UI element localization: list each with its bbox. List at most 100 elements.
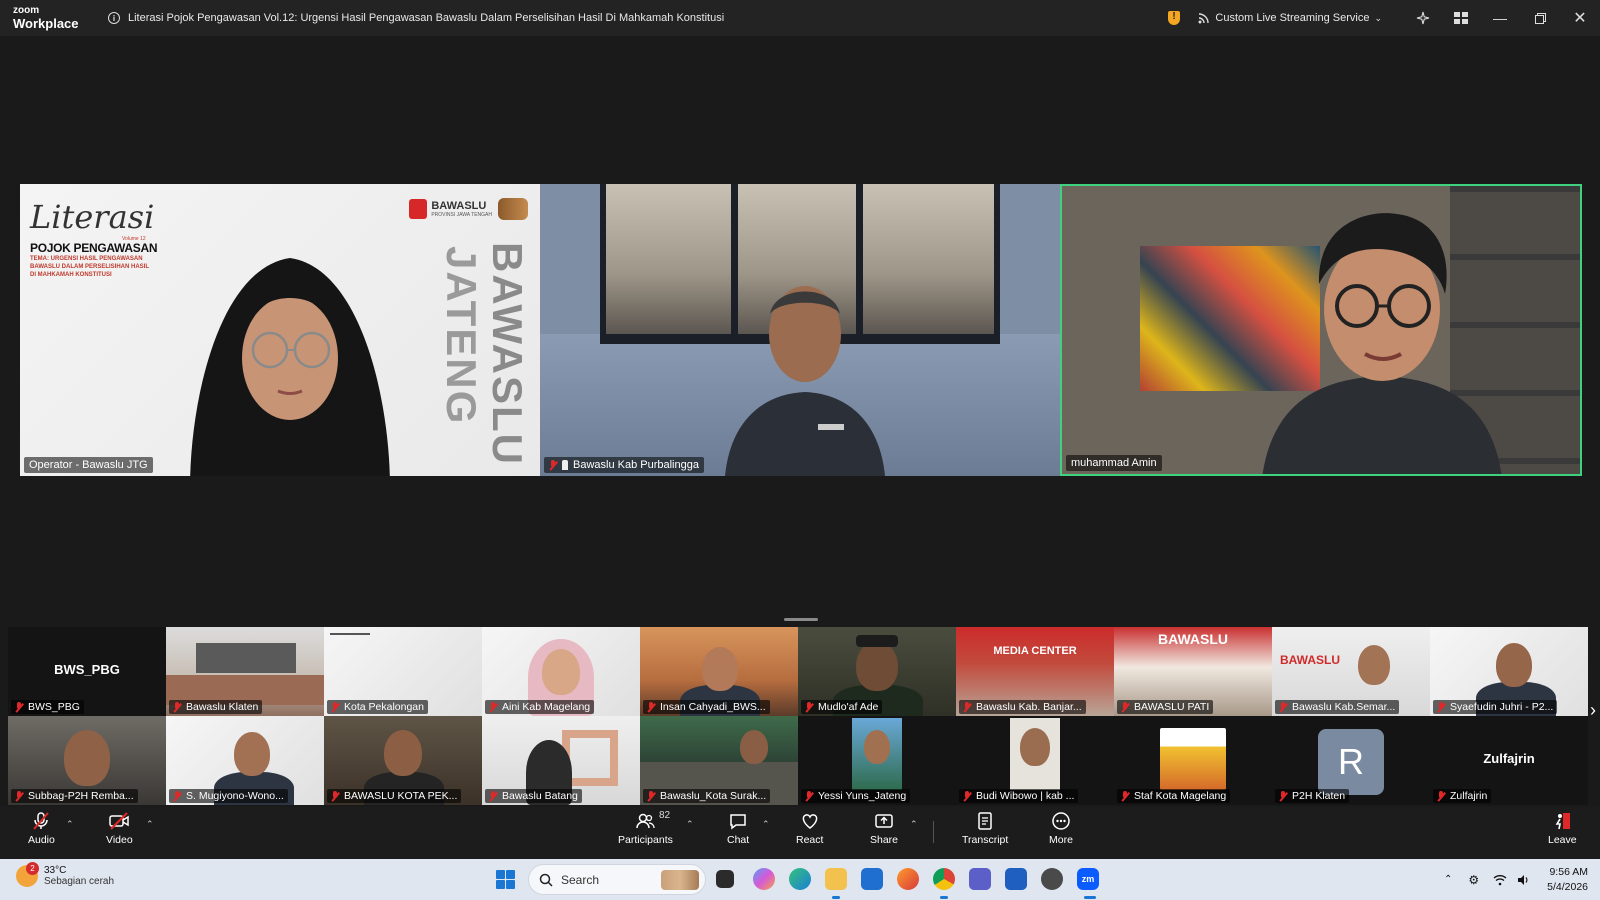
transcript-button[interactable]: Transcript [962,811,1008,846]
outlook-icon[interactable] [861,868,883,890]
video-off-icon [109,812,130,830]
more-button[interactable]: More [1049,811,1073,846]
thumbnail-tile[interactable]: BAWASLU BAWASLU PATI [1114,627,1272,716]
streaming-label: Custom Live Streaming Service [1215,12,1370,24]
participant-name: S. Mugiyono-Wono... [186,790,284,802]
thumbnail-tile[interactable]: Yessi Yuns_Jateng [798,716,956,805]
participant-name-label: Bawaslu Batang [485,789,582,803]
share-options-caret[interactable]: ⌃ [910,819,918,830]
participant-name-label: Bawaslu Kab Purbalingga [544,457,704,473]
mic-muted-icon [549,459,557,471]
video-tile-active-speaker[interactable]: muhammad Amin [1060,184,1582,476]
ai-companion-icon[interactable] [1404,0,1442,36]
copilot-icon[interactable] [753,868,775,890]
info-icon[interactable]: i [108,12,120,24]
video-button[interactable]: Video [106,811,133,846]
file-explorer-icon[interactable] [825,868,847,890]
participant-name: Operator - Bawaslu JTG [29,459,148,471]
share-button[interactable]: Share [870,811,898,846]
edge-browser-icon[interactable] [789,868,811,890]
mic-off-icon [33,812,50,830]
thumbnail-tile[interactable]: Zulfajrin Zulfajrin [1430,716,1588,805]
participant-name-label: Bawaslu Kab.Semar... [1275,700,1400,714]
leave-icon [1555,813,1571,830]
gallery-resize-handle[interactable] [784,618,818,621]
video-tile-purbalingga[interactable]: Bawaslu Kab Purbalingga [540,184,1060,476]
search-placeholder: Search [561,872,600,887]
chat-button[interactable]: Chat [727,811,749,846]
chrome-icon[interactable] [933,868,955,890]
thumbnail-tile[interactable]: Bawaslu Klaten [166,627,324,716]
heart-icon [802,814,818,829]
taskbar-search[interactable]: Search [528,864,706,895]
teams-icon[interactable] [969,868,991,890]
slide-subtitle: POJOK PENGAWASAN [30,241,158,255]
windows-start-icon[interactable] [496,870,515,889]
weather-widget[interactable]: 2 33°C Sebagian cerah [16,862,115,887]
clock-date: 5/4/2026 [1547,880,1588,893]
video-tile-operator[interactable]: Literasi POJOK PENGAWASAN Volume 12 TEMA… [20,184,540,476]
thumbnail-tile[interactable]: Kota Pekalongan [324,627,482,716]
thumbnail-tile[interactable]: BWS_PBG BWS_PBG [8,627,166,716]
participant-name-label: S. Mugiyono-Wono... [169,789,288,803]
react-button[interactable]: React [796,811,823,846]
thumbnail-tile[interactable]: Aini Kab Magelang [482,627,640,716]
close-button[interactable]: ✕ [1560,0,1600,36]
thumbnail-tile[interactable]: Bawaslu_Kota Surak... [640,716,798,805]
thumbnail-tile[interactable]: Budi Wibowo | kab ... [956,716,1114,805]
weather-desc: Sebagian cerah [44,876,115,887]
restore-button[interactable] [1520,0,1560,36]
task-view-icon[interactable] [716,870,734,888]
volume-icon[interactable] [1517,874,1531,886]
thumbnail-tile[interactable]: BAWASLU KOTA PEK... [324,716,482,805]
thumbnail-tile[interactable]: R P2H Klaten [1272,716,1430,805]
participant-name-label: Subbag-P2H Remba... [11,789,138,803]
overlay-text: MEDIA CENTER [993,645,1077,657]
meeting-info[interactable]: i Literasi Pojok Pengawasan Vol.12: Urge… [108,12,724,24]
thumbnail-tile[interactable]: Syaefudin Juhri - P2... [1430,627,1588,716]
thumbnail-tile[interactable]: Subbag-P2H Remba... [8,716,166,805]
chat-icon [730,814,746,830]
thumbnail-tile[interactable]: Staf Kota Magelang [1114,716,1272,805]
clock-time: 9:56 AM [1549,866,1588,879]
mic-muted-icon [331,701,339,713]
thumbnail-tile[interactable]: Mudlo'af Ade [798,627,956,716]
audio-options-caret[interactable]: ⌃ [66,819,74,830]
thumbnail-tile[interactable]: Insan Cahyadi_BWS... [640,627,798,716]
thumbnail-tile[interactable]: Bawaslu Batang [482,716,640,805]
participant-name-label: BAWASLU PATI [1117,700,1214,714]
participants-options-caret[interactable]: ⌃ [686,819,694,830]
settings-gear-icon[interactable] [1041,868,1063,890]
thumbnail-tile[interactable]: MEDIA CENTER Bawaslu Kab. Banjar... [956,627,1114,716]
firefox-icon[interactable] [897,868,919,890]
security-shield-icon[interactable] [1168,11,1181,25]
system-tray: ⌃ ⚙ 9:56 AM 5/4/2026 [1444,859,1588,900]
mic-muted-icon [1437,790,1445,802]
chat-options-caret[interactable]: ⌃ [762,819,770,830]
chevron-up-icon[interactable]: ⌃ [1444,874,1452,885]
participant-name-label: muhammad Amin [1066,455,1162,471]
word-icon[interactable] [1005,868,1027,890]
meeting-title: Literasi Pojok Pengawasan Vol.12: Urgens… [128,12,725,24]
participant-name: Bawaslu Kab.Semar... [1292,701,1396,713]
view-grid-icon[interactable] [1442,0,1480,36]
title-bar-controls: Custom Live Streaming Service ⌄ — ✕ [1168,0,1600,36]
participant-name: Budi Wibowo | kab ... [976,790,1075,802]
video-options-caret[interactable]: ⌃ [146,819,154,830]
live-streaming-dropdown[interactable]: Custom Live Streaming Service ⌄ [1198,12,1382,24]
network-status-icon[interactable]: ⚙ [1468,873,1479,887]
participant-name: Zulfajrin [1450,790,1488,802]
thumbnail-tile[interactable]: S. Mugiyono-Wono... [166,716,324,805]
system-clock[interactable]: 9:56 AM 5/4/2026 [1547,865,1588,893]
mic-muted-icon [15,701,23,713]
bawaslu-logo: BAWASLU PROVINSI JAWA TENGAH [409,198,528,220]
leave-button[interactable]: Leave [1548,811,1577,846]
participants-label: Participants [618,834,673,846]
participant-name: BAWASLU KOTA PEK... [344,790,458,802]
zoom-app-icon[interactable]: zm [1077,868,1099,890]
wifi-icon[interactable] [1493,874,1507,886]
minimize-button[interactable]: — [1480,0,1520,36]
chevron-right-icon[interactable]: › [1590,700,1596,721]
audio-button[interactable]: Audio [28,811,55,846]
thumbnail-tile[interactable]: BAWASLU Bawaslu Kab.Semar... [1272,627,1430,716]
